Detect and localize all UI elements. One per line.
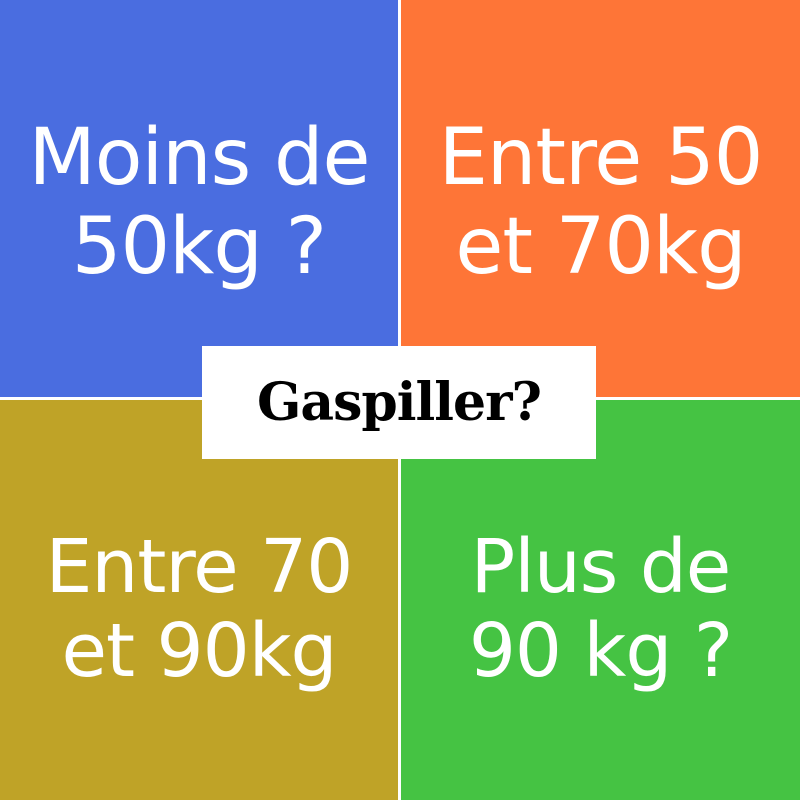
- option-label: Plus de 90 kg ?: [468, 524, 733, 694]
- option-line-1: Entre 50: [438, 113, 764, 204]
- center-title: Gaspiller?: [257, 372, 542, 433]
- option-label: Entre 70 et 90kg: [45, 524, 354, 694]
- option-less-than-50kg: Moins de 50kg ?: [0, 0, 398, 397]
- option-line-2: et 70kg: [455, 201, 746, 292]
- option-line-1: Moins de: [28, 113, 370, 204]
- option-label: Entre 50 et 70kg: [438, 113, 764, 292]
- center-title-box: Gaspiller?: [202, 346, 596, 459]
- option-70-to-90kg: Entre 70 et 90kg: [0, 400, 398, 800]
- option-line-2: 90 kg ?: [468, 608, 733, 694]
- option-line-1: Entre 70: [45, 524, 354, 611]
- option-line-2: 50kg ?: [71, 201, 327, 292]
- poll-graphic: Moins de 50kg ? Entre 50 et 70kg Entre 7…: [0, 0, 800, 800]
- option-more-than-90kg: Plus de 90 kg ?: [401, 400, 800, 800]
- option-50-to-70kg: Entre 50 et 70kg: [401, 0, 800, 397]
- option-label: Moins de 50kg ?: [28, 113, 370, 292]
- option-line-2: et 90kg: [61, 608, 337, 694]
- option-line-1: Plus de: [470, 524, 732, 611]
